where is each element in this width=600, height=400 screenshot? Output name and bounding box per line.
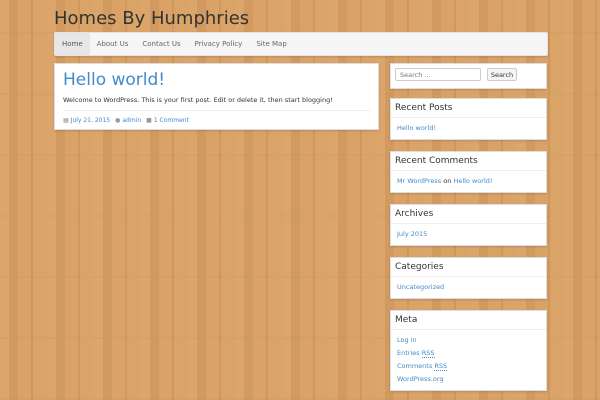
recent-comments-list: Mr WordPress on Hello world! <box>391 171 546 192</box>
archives-list: July 2015 <box>391 224 546 245</box>
archives-title: Archives <box>391 205 546 224</box>
post-excerpt: Welcome to WordPress. This is your first… <box>63 96 333 104</box>
nav-item-contact-us[interactable]: Contact Us <box>135 33 187 55</box>
search-widget: Search <box>390 63 547 89</box>
recent-posts-list: Hello world! <box>391 118 546 139</box>
entries-rss-prefix: Entries <box>397 349 422 357</box>
post-author-group: ● admin <box>115 117 141 124</box>
meta-widget: Meta Log in Entries RSS Comments RSS Wor… <box>390 310 547 391</box>
comment-on-text: on <box>443 177 452 185</box>
recent-comments-title: Recent Comments <box>391 152 546 171</box>
categories-title: Categories <box>391 258 546 277</box>
comment-post-link[interactable]: Hello world! <box>453 177 492 185</box>
meta-list: Log in Entries RSS Comments RSS WordPres… <box>391 330 546 390</box>
meta-title: Meta <box>391 311 546 330</box>
recent-posts-title: Recent Posts <box>391 99 546 118</box>
comments-rss-prefix: Comments <box>397 362 435 370</box>
post-author-link[interactable]: admin <box>122 117 141 124</box>
post-divider <box>63 110 370 111</box>
post-card: Hello world! Welcome to WordPress. This … <box>54 63 379 130</box>
entries-rss-link[interactable]: Entries RSS <box>397 347 540 360</box>
nav-item-home[interactable]: Home <box>55 33 90 55</box>
wordpress-org-link[interactable]: WordPress.org <box>397 373 540 386</box>
post-comments-group: ■ 1 Comment <box>146 117 189 124</box>
nav-item-privacy-policy[interactable]: Privacy Policy <box>188 33 250 55</box>
post-comments-link[interactable]: 1 Comment <box>154 117 189 124</box>
user-icon: ● <box>115 117 121 124</box>
categories-widget: Categories Uncategorized <box>390 257 547 299</box>
nav-item-about-us[interactable]: About Us <box>90 33 136 55</box>
category-link[interactable]: Uncategorized <box>397 281 540 294</box>
site-title[interactable]: Homes By Humphries <box>54 8 249 29</box>
search-button[interactable]: Search <box>487 68 517 81</box>
calendar-icon: ▦ <box>63 117 69 124</box>
search-input[interactable] <box>395 68 481 81</box>
recent-comments-widget: Recent Comments Mr WordPress on Hello wo… <box>390 151 547 193</box>
categories-list: Uncategorized <box>391 277 546 298</box>
post-title-link[interactable]: Hello world! <box>63 70 165 90</box>
nav-item-site-map[interactable]: Site Map <box>249 33 293 55</box>
post-date-link[interactable]: July 21, 2015 <box>71 117 110 124</box>
entries-rss-abbr: RSS <box>421 349 435 358</box>
archive-link[interactable]: July 2015 <box>397 228 540 241</box>
archives-widget: Archives July 2015 <box>390 204 547 246</box>
recent-post-link[interactable]: Hello world! <box>397 122 540 135</box>
comment-icon: ■ <box>146 117 152 124</box>
recent-comment-item: Mr WordPress on Hello world! <box>397 175 540 188</box>
post-meta: ▦ July 21, 2015 ● admin ■ 1 Comment <box>63 117 189 124</box>
comments-rss-abbr: RSS <box>434 362 448 371</box>
recent-posts-widget: Recent Posts Hello world! <box>390 98 547 140</box>
post-date-group: ▦ July 21, 2015 <box>63 117 110 124</box>
login-link[interactable]: Log in <box>397 334 540 347</box>
comments-rss-link[interactable]: Comments RSS <box>397 360 540 373</box>
comment-author-link[interactable]: Mr WordPress <box>397 177 441 185</box>
main-navigation: Home About Us Contact Us Privacy Policy … <box>54 32 548 56</box>
